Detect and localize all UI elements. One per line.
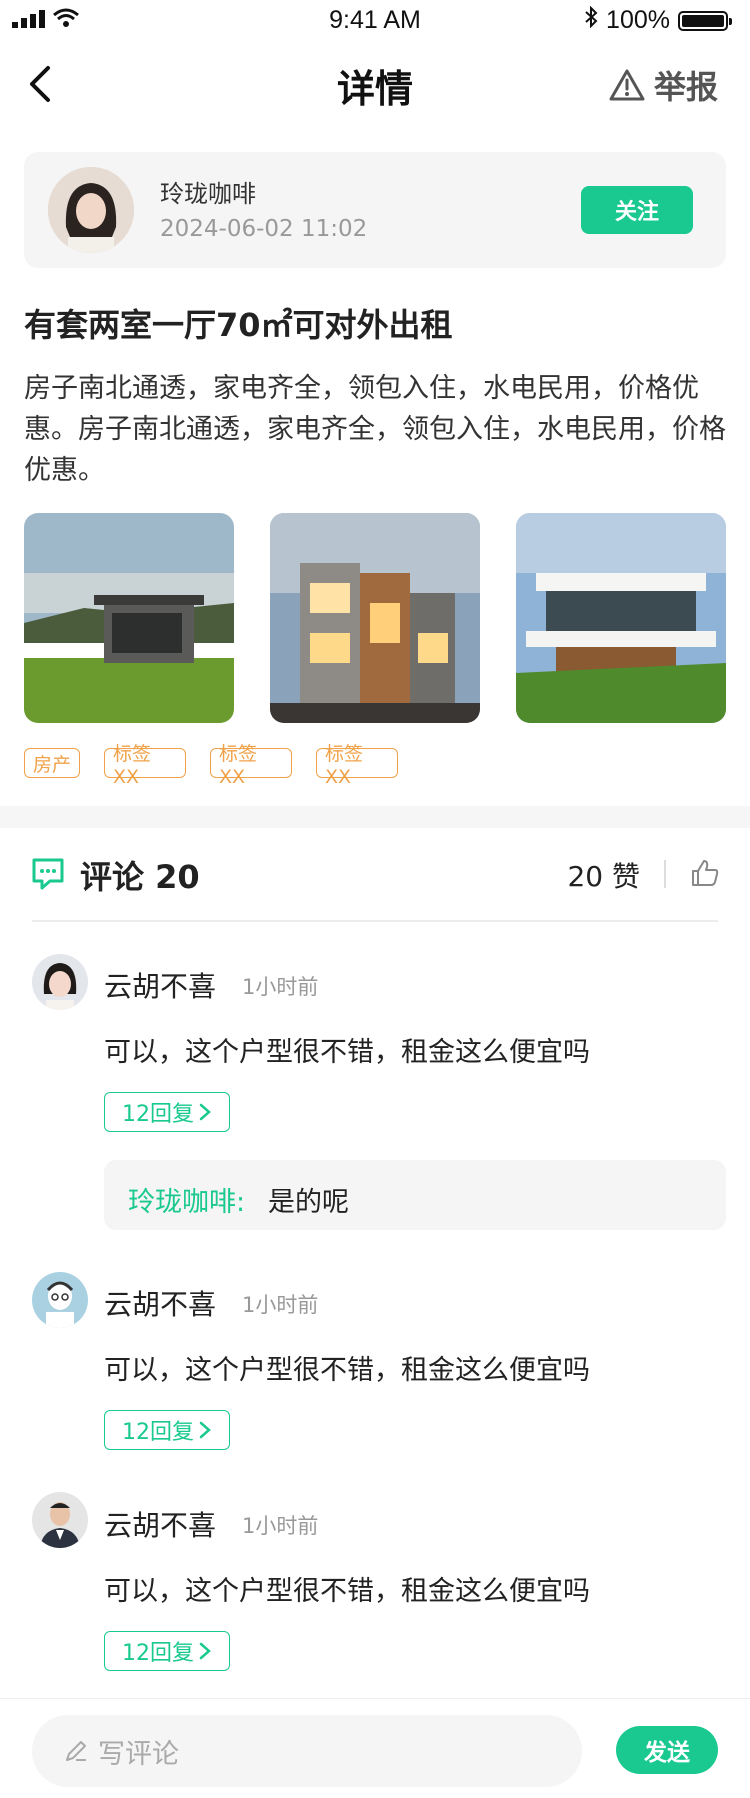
- post-photo-2[interactable]: [270, 513, 480, 723]
- comment-icon: [30, 857, 66, 895]
- commenter-avatar[interactable]: [32, 954, 88, 1010]
- post-photo-3[interactable]: [516, 513, 726, 723]
- pencil-icon: [66, 1741, 86, 1761]
- comment-time: 1小时前: [242, 1514, 319, 1538]
- replies-button[interactable]: 12回复: [104, 1092, 230, 1132]
- follow-button[interactable]: 关注: [581, 186, 693, 234]
- comment-time: 1小时前: [242, 1293, 319, 1317]
- replies-label: 12回复: [122, 1102, 194, 1127]
- comment-text: 可以，这个户型很不错，租金这么便宜吗: [104, 1576, 590, 1607]
- post-tag[interactable]: 房产: [24, 748, 80, 778]
- post-tag[interactable]: 标签XX: [210, 743, 292, 788]
- battery-percent: 100%: [606, 6, 670, 34]
- comment-text: 可以，这个户型很不错，租金这么便宜吗: [104, 1037, 590, 1068]
- post-tag[interactable]: 标签XX: [316, 743, 398, 788]
- comment-input-placeholder: 写评论: [98, 1738, 179, 1770]
- commenter-avatar[interactable]: [32, 1272, 88, 1328]
- comment-text: 可以，这个户型很不错，租金这么便宜吗: [104, 1355, 590, 1386]
- send-button[interactable]: 发送: [616, 1726, 718, 1774]
- section-divider: [0, 806, 750, 828]
- report-button[interactable]: 举报: [608, 62, 718, 108]
- reply-text: 是的呢: [268, 1187, 349, 1218]
- bluetooth-icon: [584, 5, 598, 35]
- chevron-right-icon: [199, 1421, 211, 1439]
- replies-label: 12回复: [122, 1641, 194, 1666]
- chevron-right-icon: [199, 1642, 211, 1660]
- author-avatar[interactable]: [48, 167, 134, 253]
- vertical-divider: [664, 860, 666, 888]
- battery-icon: [678, 10, 732, 31]
- comments-title: 评论 20: [80, 858, 200, 896]
- replies-label: 12回复: [122, 1420, 194, 1445]
- chevron-right-icon: [199, 1103, 211, 1121]
- post-date: 2024-06-02 11:02: [160, 216, 368, 242]
- report-label: 举报: [653, 68, 718, 106]
- author-name: 玲珑咖啡: [160, 180, 256, 208]
- thumbs-up-icon[interactable]: [690, 858, 720, 892]
- bottom-bar-divider: [0, 1698, 750, 1699]
- warning-icon: [609, 69, 645, 101]
- header-divider: [32, 920, 718, 922]
- commenter-avatar[interactable]: [32, 1492, 88, 1548]
- replies-button[interactable]: 12回复: [104, 1410, 230, 1450]
- comment-time: 1小时前: [242, 975, 319, 999]
- commenter-name: 云胡不喜: [104, 1509, 217, 1542]
- commenter-name: 云胡不喜: [104, 970, 217, 1003]
- status-bar: 9:41 AM 100%: [0, 0, 750, 40]
- reply-author: 玲珑咖啡:: [128, 1187, 246, 1218]
- post-photo-1[interactable]: [24, 513, 234, 723]
- post-body: 房子南北通透，家电齐全，领包入住，水电民用，价格优惠。房子南北通透，家电齐全，领…: [24, 373, 726, 486]
- post-tag[interactable]: 标签XX: [104, 743, 186, 788]
- commenter-name: 云胡不喜: [104, 1288, 217, 1321]
- comment-input[interactable]: 写评论: [32, 1715, 582, 1787]
- replies-button[interactable]: 12回复: [104, 1631, 230, 1671]
- likes-count: 20 赞: [567, 860, 640, 893]
- post-title: 有套两室一厅70㎡可对外出租: [24, 306, 453, 344]
